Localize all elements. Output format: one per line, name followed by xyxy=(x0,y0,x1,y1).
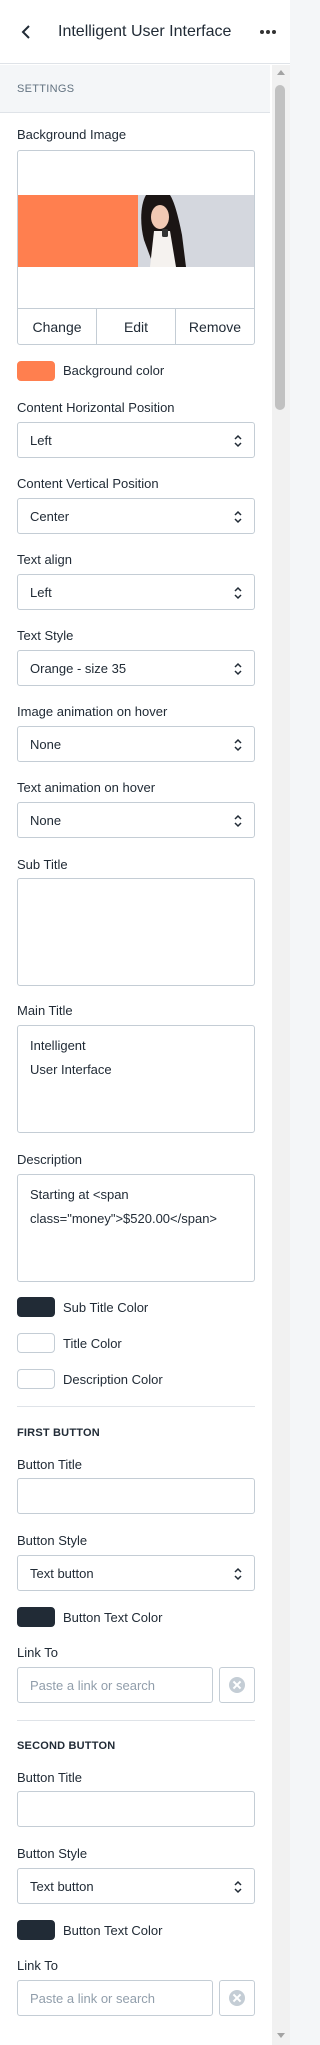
back-button[interactable] xyxy=(14,20,38,44)
background-image-picker: Change Edit Remove xyxy=(17,150,255,345)
clear-icon xyxy=(229,1677,245,1693)
first-button-text-color-swatch[interactable] xyxy=(17,1607,55,1627)
settings-panel: Intelligent User Interface SETTINGS Back… xyxy=(0,0,290,2045)
scrollbar-thumb[interactable] xyxy=(275,85,285,410)
more-horizontal-icon xyxy=(260,30,264,34)
background-image-label: Background Image xyxy=(17,127,127,142)
text-align-select[interactable]: Left xyxy=(17,574,255,610)
person-image xyxy=(141,195,186,267)
first-button-style-label: Button Style xyxy=(17,1533,88,1548)
scroll-up-arrow-icon[interactable] xyxy=(277,70,285,75)
select-caret-icon xyxy=(234,510,242,524)
main-title-textarea[interactable]: Intelligent User Interface xyxy=(17,1025,255,1133)
description-color-label: Description Color xyxy=(63,1372,163,1387)
text-animation-label: Text animation on hover xyxy=(17,780,156,795)
select-caret-icon xyxy=(234,1567,242,1581)
sub-title-color-swatch[interactable] xyxy=(17,1297,55,1317)
second-button-text-color-label: Button Text Color xyxy=(63,1923,163,1938)
second-button-style-label: Button Style xyxy=(17,1846,88,1861)
second-button-link-input[interactable]: Paste a link or search xyxy=(17,1980,213,2016)
edit-image-button[interactable]: Edit xyxy=(97,309,176,344)
first-button-heading: FIRST BUTTON xyxy=(17,1427,100,1439)
sub-title-color-label: Sub Title Color xyxy=(63,1300,149,1315)
text-animation-select[interactable]: None xyxy=(17,802,255,838)
description-label: Description xyxy=(17,1152,83,1167)
remove-image-button[interactable]: Remove xyxy=(176,309,254,344)
select-caret-icon xyxy=(234,434,242,448)
image-animation-label: Image animation on hover xyxy=(17,704,168,719)
second-button-link-clear-button[interactable] xyxy=(219,1980,255,2016)
sub-title-textarea[interactable] xyxy=(17,878,255,986)
content-vertical-label: Content Vertical Position xyxy=(17,476,159,491)
select-caret-icon xyxy=(234,1880,242,1894)
chevron-left-icon xyxy=(21,25,30,39)
text-align-label: Text align xyxy=(17,552,72,567)
section-label: SETTINGS xyxy=(17,83,75,95)
text-style-label: Text Style xyxy=(17,628,74,643)
background-image-preview xyxy=(18,195,254,267)
select-caret-icon xyxy=(234,738,242,752)
title-color-swatch[interactable] xyxy=(17,1333,55,1353)
second-button-link-label: Link To xyxy=(17,1958,58,1973)
panel-header: Intelligent User Interface xyxy=(0,0,290,64)
content-horizontal-select[interactable]: Left xyxy=(17,422,255,458)
second-button-title-label: Button Title xyxy=(17,1770,83,1785)
more-button[interactable] xyxy=(256,22,280,42)
divider xyxy=(17,1406,255,1407)
divider xyxy=(17,1720,255,1721)
first-button-link-clear-button[interactable] xyxy=(219,1667,255,1703)
title-color-label: Title Color xyxy=(63,1336,122,1351)
first-button-link-label: Link To xyxy=(17,1645,58,1660)
main-title-label: Main Title xyxy=(17,1003,73,1018)
image-animation-select[interactable]: None xyxy=(17,726,255,762)
scroll-down-arrow-icon[interactable] xyxy=(277,2033,285,2038)
description-color-swatch[interactable] xyxy=(17,1369,55,1389)
first-button-title-label: Button Title xyxy=(17,1457,83,1472)
first-button-link-input[interactable]: Paste a link or search xyxy=(17,1667,213,1703)
page-title: Intelligent User Interface xyxy=(58,23,232,40)
background-color-swatch[interactable] xyxy=(17,361,55,381)
select-caret-icon xyxy=(234,662,242,676)
content-vertical-select[interactable]: Center xyxy=(17,498,255,534)
first-button-text-color-label: Button Text Color xyxy=(63,1610,163,1625)
first-button-style-select[interactable]: Text button xyxy=(17,1555,255,1591)
sub-title-label: Sub Title xyxy=(17,857,68,872)
select-caret-icon xyxy=(234,814,242,828)
description-textarea[interactable]: Starting at <span class="money">$520.00<… xyxy=(17,1174,255,1282)
second-button-style-select[interactable]: Text button xyxy=(17,1868,255,1904)
first-button-title-input[interactable] xyxy=(17,1478,255,1514)
second-button-heading: SECOND BUTTON xyxy=(17,1740,116,1752)
second-button-title-input[interactable] xyxy=(17,1791,255,1827)
select-caret-icon xyxy=(234,586,242,600)
second-button-text-color-swatch[interactable] xyxy=(17,1920,55,1940)
content-horizontal-label: Content Horizontal Position xyxy=(17,400,175,415)
section-header: SETTINGS xyxy=(0,65,270,113)
background-color-label: Background color xyxy=(63,363,165,378)
text-style-select[interactable]: Orange - size 35 xyxy=(17,650,255,686)
change-image-button[interactable]: Change xyxy=(18,309,97,344)
clear-icon xyxy=(229,1990,245,2006)
